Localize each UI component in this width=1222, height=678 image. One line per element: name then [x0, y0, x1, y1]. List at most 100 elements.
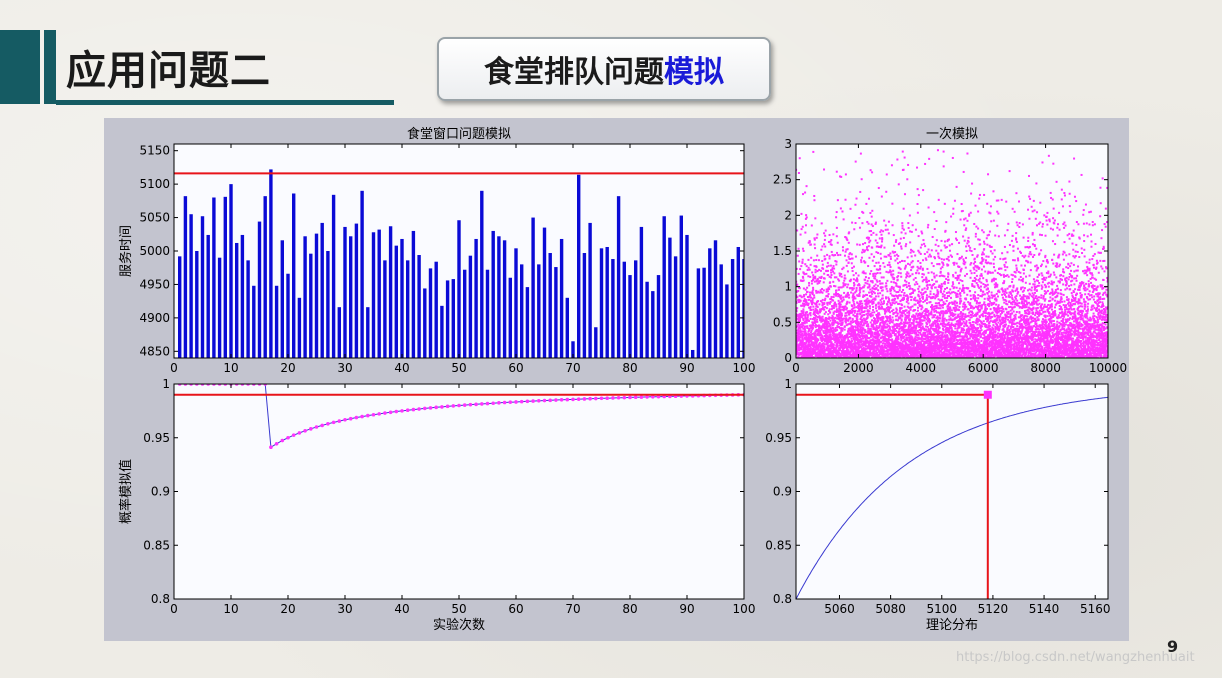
scatter-point — [854, 332, 857, 335]
scatter-point — [858, 284, 861, 287]
scatter-point — [806, 325, 809, 328]
scatter-point — [857, 331, 860, 334]
scatter-point — [876, 284, 879, 287]
scatter-point — [839, 331, 842, 334]
bar — [685, 234, 689, 358]
scatter-point — [917, 334, 920, 337]
bar — [406, 260, 410, 358]
scatter-point — [835, 211, 838, 214]
scatter-point — [878, 343, 881, 346]
scatter-point — [874, 239, 877, 242]
scatter-point — [814, 332, 817, 335]
scatter-point — [928, 253, 931, 256]
scatter-point — [796, 351, 799, 354]
scatter-point — [837, 288, 840, 291]
scatter-point — [943, 317, 946, 320]
scatter-point — [817, 300, 820, 303]
scatter-point — [888, 299, 891, 302]
scatter-point — [938, 334, 941, 337]
slide-title: 应用问题二 — [66, 48, 271, 94]
bar — [445, 280, 450, 358]
scatter-point — [879, 272, 882, 275]
scatter-point — [896, 297, 899, 300]
scatter-point — [921, 325, 924, 328]
scatter-point — [802, 276, 805, 279]
scatter-point — [803, 322, 806, 325]
scatter-point — [820, 275, 823, 278]
scatter-point — [933, 276, 936, 279]
scatter-point — [920, 338, 923, 341]
bar — [673, 256, 678, 358]
x-tick-label: 20 — [280, 361, 295, 375]
scatter-point — [935, 340, 938, 343]
scatter-point — [905, 309, 908, 312]
scatter-point — [931, 278, 934, 281]
scatter-point — [903, 305, 906, 308]
scatter-point — [906, 275, 909, 278]
scatter-point — [804, 288, 807, 291]
scatter-point — [869, 288, 872, 291]
scatter-point — [830, 274, 833, 277]
scatter-point — [868, 291, 871, 294]
scatter-point — [893, 244, 896, 247]
scatter-point — [885, 173, 888, 176]
scatter-point — [851, 267, 854, 270]
scatter-point — [936, 149, 939, 152]
scatter-point — [916, 329, 919, 332]
bar — [611, 259, 615, 358]
scatter-point — [802, 193, 805, 196]
scatter-point — [808, 268, 811, 271]
scatter-point — [928, 279, 931, 282]
scatter-point — [933, 228, 936, 231]
scatter-point — [903, 156, 906, 159]
scatter-point — [924, 290, 927, 293]
scatter-point — [944, 302, 947, 305]
scatter-point — [801, 225, 804, 228]
scatter-point — [896, 262, 899, 265]
scatter-point — [830, 327, 833, 330]
scatter-point — [871, 259, 874, 262]
scatter-point — [871, 319, 874, 322]
scatter-point — [875, 325, 878, 328]
scatter-point — [809, 294, 812, 297]
scatter-point — [877, 251, 880, 254]
bar — [520, 264, 524, 358]
scatter-point — [851, 309, 854, 312]
scatter-point — [874, 283, 877, 286]
scatter-point — [893, 295, 896, 298]
bar — [303, 236, 307, 358]
scatter-point — [805, 321, 808, 324]
scatter-point — [841, 249, 844, 252]
scatter-point — [803, 273, 806, 276]
scatter-point — [842, 266, 845, 269]
scatter-point — [823, 255, 826, 258]
scatter-point — [898, 302, 901, 305]
scatter-point — [864, 242, 867, 245]
scatter-point — [871, 292, 874, 295]
scatter-point — [809, 275, 812, 278]
scatter-point — [867, 277, 870, 280]
scatter-point — [822, 281, 825, 284]
scatter-point — [888, 322, 891, 325]
scatter-point — [913, 283, 916, 286]
scatter-point — [912, 291, 915, 294]
scatter-point — [902, 294, 905, 297]
scatter-point — [933, 211, 936, 214]
scatter-point — [892, 330, 895, 333]
scatter-point — [882, 329, 885, 332]
scatter-point — [871, 314, 874, 317]
scatter-point — [891, 338, 894, 341]
scatter-point — [827, 269, 830, 272]
scatter-point — [895, 282, 898, 285]
y-tick-label: 4850 — [139, 344, 170, 358]
scatter-point — [800, 228, 803, 231]
scatter-point — [869, 169, 872, 172]
scatter-point — [855, 272, 858, 275]
scatter-point — [823, 345, 826, 348]
scatter-point — [914, 276, 917, 279]
scatter-point — [871, 209, 874, 212]
scatter-point — [845, 264, 848, 267]
scatter-point — [802, 310, 805, 313]
bar — [485, 269, 490, 358]
scatter-point — [909, 332, 912, 335]
